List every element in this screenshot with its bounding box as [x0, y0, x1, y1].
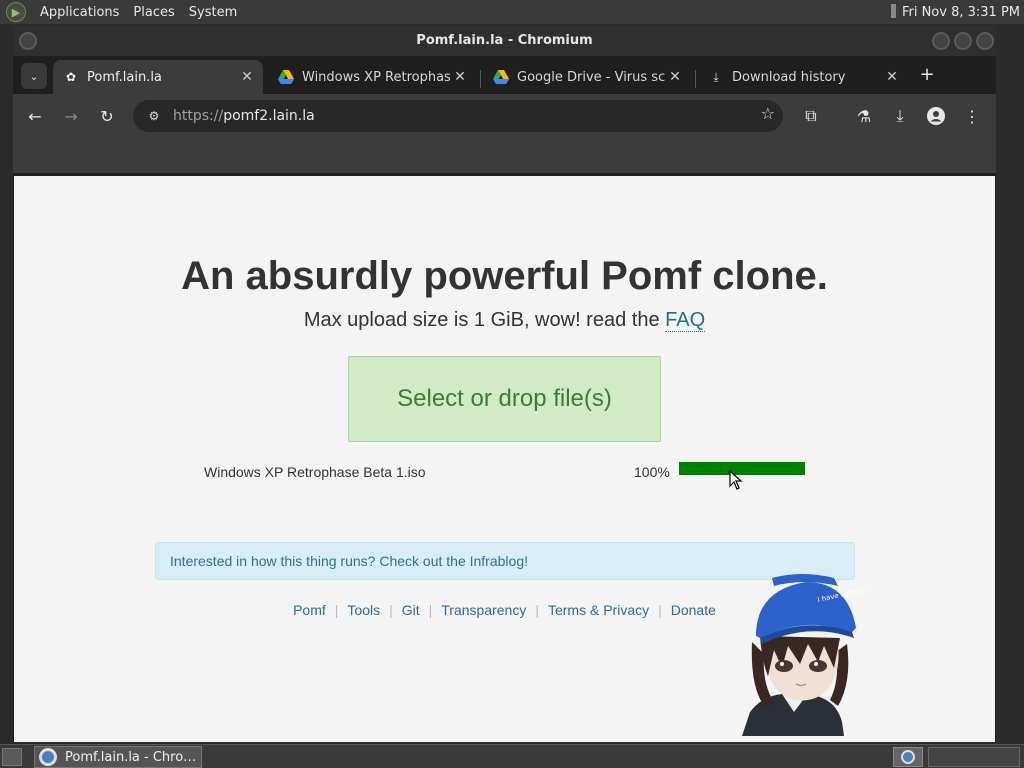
profile-avatar-icon	[927, 107, 945, 125]
address-bar[interactable]: ⚙ https://pomf2.lain.la ☆	[133, 100, 783, 132]
chromium-icon	[901, 750, 915, 764]
flask-icon: ⚗	[856, 106, 872, 126]
window-menu-button[interactable]	[19, 32, 37, 50]
task-label: Pomf.lain.la - Chro…	[65, 749, 197, 765]
page-subline: Max upload size is 1 GiB, wow! read the …	[14, 309, 995, 332]
workspace-switcher[interactable]	[928, 747, 1020, 767]
puzzle-icon: ⧉	[805, 106, 817, 125]
bookmark-bar	[13, 138, 996, 173]
page-headline: An absurdly powerful Pomf clone.	[181, 254, 828, 298]
tab-search-button[interactable]: ⌄	[21, 63, 47, 89]
arrow-left-icon: ←	[28, 106, 42, 126]
subline-text: Max upload size is 1 GiB, wow! read the	[303, 309, 666, 331]
reload-button[interactable]: ↻	[95, 104, 119, 128]
top-panel: ▶ Applications Places System Fri Nov 8, …	[0, 0, 1024, 24]
footer-link-git[interactable]: Git	[402, 602, 420, 618]
tab-label: Pomf.lain.la	[87, 69, 162, 85]
panel-clock[interactable]: Fri Nov 8, 3:31 PM	[890, 4, 1020, 20]
file-select-dropzone[interactable]: Select or drop file(s)	[348, 356, 661, 442]
url-scheme: https://	[173, 108, 224, 124]
upload-filename: Windows XP Retrophase Beta 1.iso	[204, 464, 426, 480]
tab-label: Windows XP Retrophase	[302, 69, 450, 85]
chromium-icon	[39, 748, 57, 766]
extensions-button[interactable]: ⧉	[799, 104, 823, 128]
tab-divider	[480, 70, 481, 88]
anime-mascot-image: I have custom	[742, 574, 867, 736]
mouse-cursor-icon	[729, 470, 743, 490]
applications-menu[interactable]: Applications	[40, 5, 119, 20]
chevron-down-icon: ⌄	[29, 69, 39, 83]
footer-link-terms-privacy[interactable]: Terms & Privacy	[548, 602, 649, 618]
tab-windows-xp-retrophase[interactable]: Windows XP Retrophase ✕	[268, 60, 476, 94]
new-tab-button[interactable]: +	[915, 64, 939, 88]
bottom-taskbar: Pomf.lain.la - Chro…	[0, 744, 1024, 768]
profile-button[interactable]	[924, 104, 948, 128]
tray-chromium-button[interactable]	[893, 747, 923, 767]
page-content: An absurdly powerful Pomf clone. Max upl…	[14, 176, 995, 742]
upload-percent: 100%	[634, 464, 670, 480]
show-desktop-button[interactable]	[2, 748, 22, 766]
forward-button[interactable]: →	[59, 104, 83, 128]
places-menu[interactable]: Places	[133, 5, 174, 20]
reload-icon: ↻	[100, 106, 114, 126]
close-icon[interactable]: ✕	[237, 69, 257, 85]
download-icon: ⤓	[713, 69, 719, 84]
google-drive-icon	[493, 69, 509, 85]
clock-text: Fri Nov 8, 3:31 PM	[901, 5, 1020, 20]
footer-separator: |	[428, 602, 433, 618]
close-icon[interactable]: ✕	[882, 69, 902, 85]
window-titlebar[interactable]: Pomf.lain.la - Chromium	[13, 26, 996, 56]
pomf-favicon-icon: ✿	[65, 70, 77, 84]
upload-row: Windows XP Retrophase Beta 1.iso 100%	[204, 462, 814, 482]
arrow-right-icon: →	[64, 106, 78, 126]
footer-link-donate[interactable]: Donate	[671, 602, 716, 618]
footer-separator: |	[658, 602, 662, 618]
close-icon[interactable]: ✕	[450, 69, 470, 85]
url-text[interactable]: https://pomf2.lain.la	[173, 108, 315, 124]
maximize-button[interactable]	[954, 32, 972, 50]
footer-separator: |	[389, 602, 393, 618]
plus-icon: +	[919, 64, 935, 85]
back-button[interactable]: ←	[23, 104, 47, 128]
bookmark-star-icon[interactable]: ☆	[761, 104, 775, 123]
window-title: Pomf.lain.la - Chromium	[416, 33, 593, 48]
taskbar-task-chromium[interactable]: Pomf.lain.la - Chro…	[34, 746, 202, 768]
footer-separator: |	[535, 602, 539, 618]
url-host: pomf2.lain.la	[223, 108, 315, 124]
tab-label: Download history	[732, 69, 846, 85]
footer-link-pomf[interactable]: Pomf	[293, 602, 326, 618]
download-icon: ⤓	[896, 106, 904, 125]
minimize-button[interactable]	[932, 32, 950, 50]
footer-link-transparency[interactable]: Transparency	[441, 602, 526, 618]
downloads-button[interactable]: ⤓	[888, 104, 912, 128]
distro-logo-icon[interactable]: ▶	[6, 2, 26, 22]
footer-link-tools[interactable]: Tools	[347, 602, 380, 618]
labs-button[interactable]: ⚗	[852, 104, 876, 128]
alert-text: Interested in how this thing runs? Check…	[170, 553, 528, 569]
tab-download-history[interactable]: ⤓ Download history ✕	[698, 60, 908, 94]
tab-label: Google Drive - Virus scan	[517, 69, 665, 85]
tab-divider	[695, 70, 696, 88]
faq-link[interactable]: FAQ	[665, 309, 706, 332]
chrome-menu-button[interactable]: ⋮	[960, 104, 984, 128]
google-drive-icon	[278, 69, 294, 85]
tab-google-drive-virus-scan[interactable]: Google Drive - Virus scan ✕	[483, 60, 691, 94]
footer-separator: |	[334, 602, 339, 618]
kebab-menu-icon: ⋮	[964, 106, 980, 126]
close-window-button[interactable]	[976, 32, 994, 50]
browser-toolbar: ← → ↻ ⚙ https://pomf2.lain.la ☆ ⧉ ⚗ ⤓ ⋮	[13, 94, 996, 138]
system-menu[interactable]: System	[189, 5, 237, 20]
tab-strip: ⌄ ✿ Pomf.lain.la ✕ Windows XP Retrophase…	[13, 56, 996, 94]
tab-pomf[interactable]: ✿ Pomf.lain.la ✕	[53, 60, 263, 94]
close-icon[interactable]: ✕	[665, 69, 685, 85]
site-settings-icon[interactable]: ⚙	[145, 107, 163, 125]
